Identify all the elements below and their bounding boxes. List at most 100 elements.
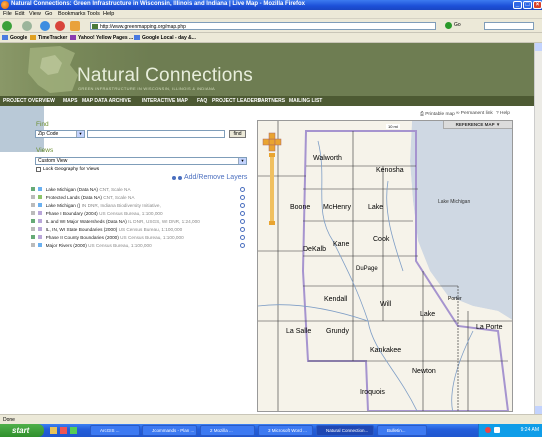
nav-project-leaders[interactable]: PROJECT LEADERS bbox=[212, 98, 261, 104]
nav-maps[interactable]: MAPS bbox=[63, 98, 77, 104]
info-icon[interactable] bbox=[240, 187, 245, 192]
site-nav: PROJECT OVERVIEW MAPS MAP DATA ARCHIVE I… bbox=[0, 96, 534, 106]
reference-map-button[interactable]: REFERENCE MAP ▼ bbox=[443, 121, 512, 129]
menu-edit[interactable]: Edit bbox=[15, 11, 24, 17]
scroll-down-icon[interactable] bbox=[535, 406, 542, 414]
layer-source: CNT, Scale NA bbox=[99, 187, 131, 192]
go-button[interactable]: Go bbox=[454, 22, 461, 28]
help-link[interactable]: ? Help bbox=[496, 111, 510, 116]
layer-visible-icon[interactable] bbox=[31, 227, 35, 231]
info-icon[interactable] bbox=[240, 235, 245, 240]
layer-item[interactable]: Phase II County Boundaries (2000) US Cen… bbox=[31, 235, 184, 241]
quicklaunch-icon[interactable] bbox=[60, 427, 67, 434]
bookmark-timetracker[interactable]: TimeTracker bbox=[30, 35, 67, 41]
find-input[interactable] bbox=[87, 130, 225, 138]
layer-visible-icon[interactable] bbox=[31, 243, 35, 247]
layer-visible-icon[interactable] bbox=[31, 187, 35, 191]
url-field[interactable]: http://www.greenmapping.org/map.php bbox=[90, 22, 436, 30]
maximize-icon[interactable]: □ bbox=[523, 1, 532, 9]
taskbar-item[interactable]: Bulletin... bbox=[377, 425, 427, 436]
land-swatch-icon bbox=[38, 195, 43, 199]
layer-visible-icon[interactable] bbox=[31, 235, 35, 239]
printable-map-link[interactable]: ⎙ Printable map bbox=[420, 111, 455, 117]
line-swatch-icon bbox=[38, 227, 43, 231]
tray-icon[interactable] bbox=[494, 427, 500, 433]
layer-visible-icon[interactable] bbox=[31, 211, 35, 215]
quicklaunch-icon[interactable] bbox=[50, 427, 57, 434]
go-icon[interactable] bbox=[445, 22, 452, 29]
link-icon: ∞ bbox=[456, 111, 460, 116]
menu-bookmarks[interactable]: Bookmarks bbox=[58, 11, 86, 17]
remove-layer-icon[interactable] bbox=[178, 176, 182, 180]
taskbar-item[interactable]: 3 Microsoft Word ... bbox=[258, 425, 313, 436]
window-titlebar: Natural Connections: Green Infrastructur… bbox=[0, 0, 542, 10]
start-label: start bbox=[12, 426, 30, 435]
nav-project-overview[interactable]: PROJECT OVERVIEW bbox=[3, 98, 55, 104]
map-label-lake-il: Lake bbox=[368, 204, 384, 211]
layer-item[interactable]: Phase I Boundary (2004) US Census Bureau… bbox=[31, 211, 163, 217]
interactive-map[interactable]: REFERENCE MAP ▼ 10 mi Walworth Kenosha B… bbox=[257, 120, 513, 412]
bookmark-google-local[interactable]: Google Local - day &... bbox=[134, 35, 196, 41]
find-type-value: Zip Code bbox=[38, 131, 59, 137]
menu-help[interactable]: Help bbox=[103, 11, 114, 17]
views-select[interactable]: Custom View ▼ bbox=[35, 157, 247, 165]
start-button[interactable]: start bbox=[0, 424, 44, 437]
tray-icon[interactable] bbox=[485, 427, 491, 433]
nav-mailing-list[interactable]: MAILING LIST bbox=[289, 98, 322, 104]
info-icon[interactable] bbox=[240, 203, 245, 208]
google-icon bbox=[134, 35, 140, 40]
nav-partners[interactable]: PARTNERS bbox=[258, 98, 285, 104]
permanent-link[interactable]: ∞ Permanent link bbox=[456, 111, 493, 116]
quicklaunch-icon[interactable] bbox=[70, 427, 77, 434]
info-icon[interactable] bbox=[240, 219, 245, 224]
window-title: Natural Connections: Green Infrastructur… bbox=[11, 1, 305, 7]
find-button[interactable]: find bbox=[229, 130, 246, 138]
taskbar-item-active[interactable]: Natural Connection... bbox=[316, 425, 374, 436]
info-icon[interactable] bbox=[240, 211, 245, 216]
menu-tools[interactable]: Tools bbox=[87, 11, 100, 17]
menu-view[interactable]: View bbox=[29, 11, 41, 17]
vertical-scrollbar[interactable] bbox=[534, 43, 542, 414]
layer-item[interactable]: Lake Michigan () IN DNR, Indiana Biodive… bbox=[31, 203, 161, 209]
reload-icon[interactable] bbox=[40, 21, 50, 31]
info-icon[interactable] bbox=[240, 243, 245, 248]
find-label: Find bbox=[36, 121, 49, 128]
info-icon[interactable] bbox=[240, 227, 245, 232]
add-remove-layers-link[interactable]: Add/Remove Layers bbox=[184, 174, 247, 181]
layer-item[interactable]: IL and WI Major Watersheds (Data NA) IL … bbox=[31, 219, 200, 225]
layer-name: Major Rivers (2000) bbox=[45, 243, 87, 248]
layer-visible-icon[interactable] bbox=[31, 195, 35, 199]
map-label-lake-michigan: Lake Michigan bbox=[438, 199, 471, 205]
lock-geography-checkbox[interactable] bbox=[36, 167, 41, 172]
stop-icon[interactable] bbox=[55, 21, 65, 31]
layer-visible-icon[interactable] bbox=[31, 203, 35, 207]
layer-visible-icon[interactable] bbox=[31, 219, 35, 223]
forward-icon[interactable] bbox=[22, 21, 32, 31]
minimize-icon[interactable]: _ bbox=[513, 1, 522, 9]
add-layer-icon[interactable] bbox=[172, 176, 176, 180]
info-icon[interactable] bbox=[240, 195, 245, 200]
taskbar-item[interactable]: 2 Mozilla ... bbox=[200, 425, 255, 436]
nav-map-data-archive[interactable]: MAP DATA ARCHIVE bbox=[82, 98, 131, 104]
home-icon[interactable] bbox=[70, 21, 80, 31]
back-icon[interactable] bbox=[2, 21, 12, 31]
scroll-up-icon[interactable] bbox=[535, 43, 542, 51]
map-label-porter: Porter bbox=[448, 296, 462, 302]
water-swatch-icon bbox=[38, 187, 43, 191]
layer-item[interactable]: IL, IN, WI State Boundaries (2000) US Ce… bbox=[31, 227, 182, 233]
find-type-select[interactable]: Zip Code ▼ bbox=[35, 130, 85, 138]
map-label-dupage: DuPage bbox=[356, 266, 378, 272]
menu-go[interactable]: Go bbox=[45, 11, 52, 17]
nav-faq[interactable]: FAQ bbox=[197, 98, 207, 104]
nav-interactive-map[interactable]: INTERACTIVE MAP bbox=[142, 98, 188, 104]
layer-item[interactable]: Major Rivers (2000) US Census Bureau, 1:… bbox=[31, 243, 152, 249]
close-icon[interactable]: × bbox=[533, 1, 542, 9]
layer-item[interactable]: Lake Michigan (Data NA) CNT, Scale NA bbox=[31, 187, 131, 193]
layer-item[interactable]: Protected Lands (Data NA) CNT, Scale NA bbox=[31, 195, 134, 201]
bookmark-yahoo[interactable]: Yahoo! Yellow Pages ... bbox=[70, 35, 133, 41]
taskbar-item[interactable]: Jcommands - Plan ... bbox=[142, 425, 197, 436]
bookmark-google[interactable]: Google bbox=[2, 35, 27, 41]
search-field[interactable] bbox=[484, 22, 534, 30]
menu-file[interactable]: File bbox=[3, 11, 12, 17]
taskbar-item[interactable]: ArcGIS ... bbox=[90, 425, 140, 436]
